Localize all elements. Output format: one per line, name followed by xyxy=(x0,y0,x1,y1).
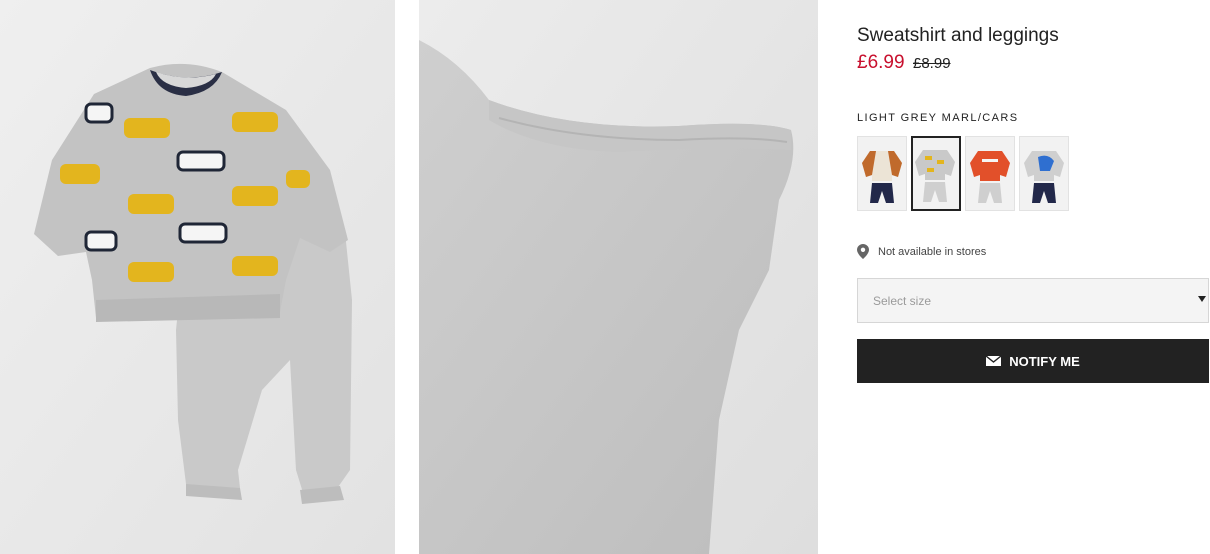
store-availability-text: Not available in stores xyxy=(878,245,987,258)
selected-color-label: LIGHT GREY MARL/CARS xyxy=(857,112,1019,124)
product-image-outfit[interactable] xyxy=(0,0,395,554)
original-price: £8.99 xyxy=(913,55,951,72)
color-swatches xyxy=(857,136,1069,211)
size-select[interactable]: Select size xyxy=(857,278,1209,323)
store-availability: Not available in stores xyxy=(857,244,986,259)
swatch-orange-athletic-set[interactable] xyxy=(965,136,1015,211)
location-pin-icon xyxy=(857,244,869,259)
swatch-light-grey-marl-cars[interactable] xyxy=(911,136,961,211)
swatch-orange-athletic-image xyxy=(970,151,1010,203)
sale-price: £6.99 xyxy=(857,52,905,73)
swatch-grey-dinosaur-image xyxy=(1024,151,1064,203)
leggings-detail-illustration xyxy=(419,0,818,554)
product-title: Sweatshirt and leggings xyxy=(857,25,1059,46)
chevron-down-icon xyxy=(1198,296,1206,302)
envelope-icon xyxy=(986,356,1002,366)
notify-me-button[interactable]: NOTIFY ME xyxy=(857,339,1209,383)
swatch-navy-orange-image xyxy=(862,151,902,203)
product-image-leggings-detail[interactable] xyxy=(419,0,818,554)
swatch-grey-dinosaur-set[interactable] xyxy=(1019,136,1069,211)
price-block: £6.99 £8.99 xyxy=(857,52,951,74)
size-select-placeholder: Select size xyxy=(873,293,932,308)
swatch-light-grey-cars-image xyxy=(915,150,955,202)
outfit-illustration xyxy=(0,0,395,554)
swatch-navy-orange-set[interactable] xyxy=(857,136,907,211)
notify-me-label: NOTIFY ME xyxy=(1009,353,1080,369)
